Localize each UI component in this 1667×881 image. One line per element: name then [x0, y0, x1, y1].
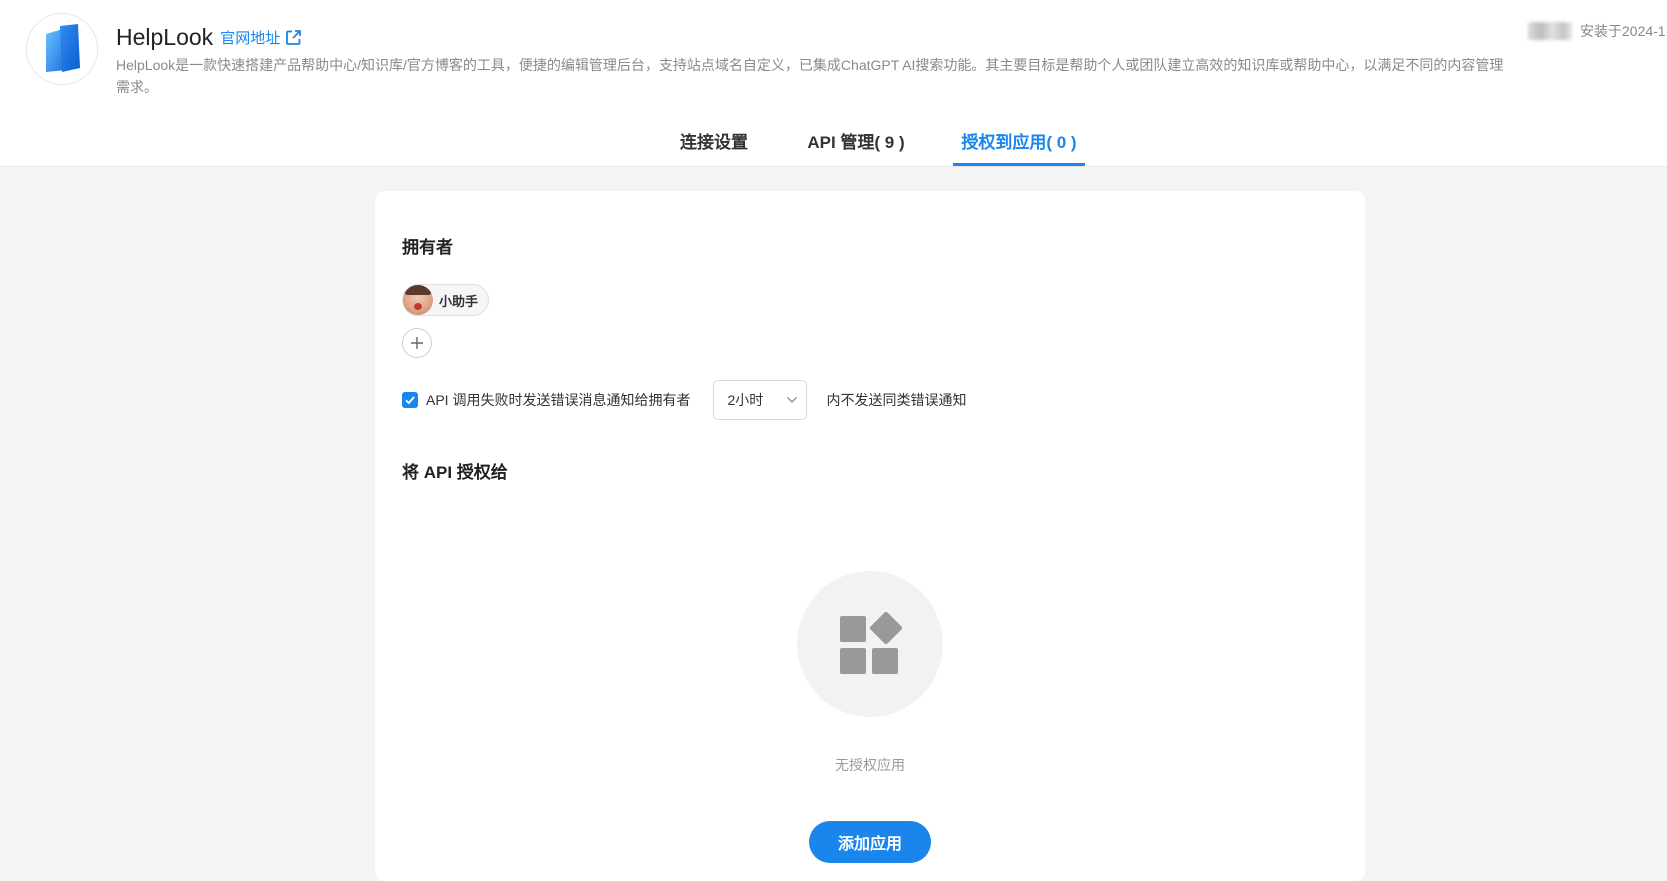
notify-interval-select[interactable]: 2小时	[713, 380, 808, 420]
check-icon	[405, 396, 415, 405]
tab-connection-settings[interactable]: 连接设置	[673, 116, 755, 166]
owner-chip[interactable]: 小助手	[402, 284, 490, 316]
add-owner-button[interactable]	[402, 328, 432, 358]
owner-name: 小助手	[439, 293, 479, 309]
install-date: 安装于2024-1	[1580, 23, 1666, 39]
notify-suffix-text: 内不发送同类错误通知	[826, 392, 967, 408]
notify-owner-checkbox[interactable]	[402, 392, 418, 408]
app-name: HelpLook	[116, 24, 214, 50]
empty-state-text: 无授权应用	[835, 757, 905, 773]
tab-authorized-apps[interactable]: 授权到应用( 0 )	[953, 116, 1085, 166]
tab-bar: 连接设置 API 管理( 9 ) 授权到应用( 0 )	[0, 116, 1667, 166]
apps-icon	[840, 612, 902, 674]
notify-interval-value: 2小时	[727, 392, 764, 408]
app-description: HelpLook是一款快速搭建产品帮助中心/知识库/官方博客的工具，便捷的编辑管…	[116, 57, 1504, 95]
notify-owner-label: API 调用失败时发送错误消息通知给拥有者	[426, 392, 691, 408]
error-notify-row: API 调用失败时发送错误消息通知给拥有者 2小时 内不发送同类错误通知	[402, 380, 966, 420]
official-site-link-label: 官网地址	[220, 30, 281, 47]
empty-state-illustration	[797, 571, 943, 717]
app-logo	[26, 13, 98, 85]
install-info: 安装于2024-1	[1528, 21, 1666, 41]
grant-api-title: 将 API 授权给	[402, 463, 508, 482]
tab-api-management[interactable]: API 管理( 9 )	[804, 116, 908, 166]
add-app-button[interactable]: 添加应用	[809, 821, 931, 863]
external-link-icon	[286, 30, 302, 45]
official-site-link[interactable]: 官网地址	[220, 27, 302, 48]
owners-title: 拥有者	[402, 238, 453, 257]
avatar	[403, 285, 433, 315]
app-header: HelpLook 官网地址 HelpLook是一款快速搭建产品帮助中心/知识库/…	[0, 0, 1667, 167]
chevron-down-icon	[787, 397, 798, 403]
blurred-installer-name	[1528, 22, 1572, 40]
plus-icon	[411, 337, 423, 349]
authorization-card: 拥有者 小助手 API 调用失败时发送错误消息通知给拥有者 2小时 内不发送同类…	[375, 191, 1365, 881]
helplook-logo-icon	[46, 24, 80, 72]
